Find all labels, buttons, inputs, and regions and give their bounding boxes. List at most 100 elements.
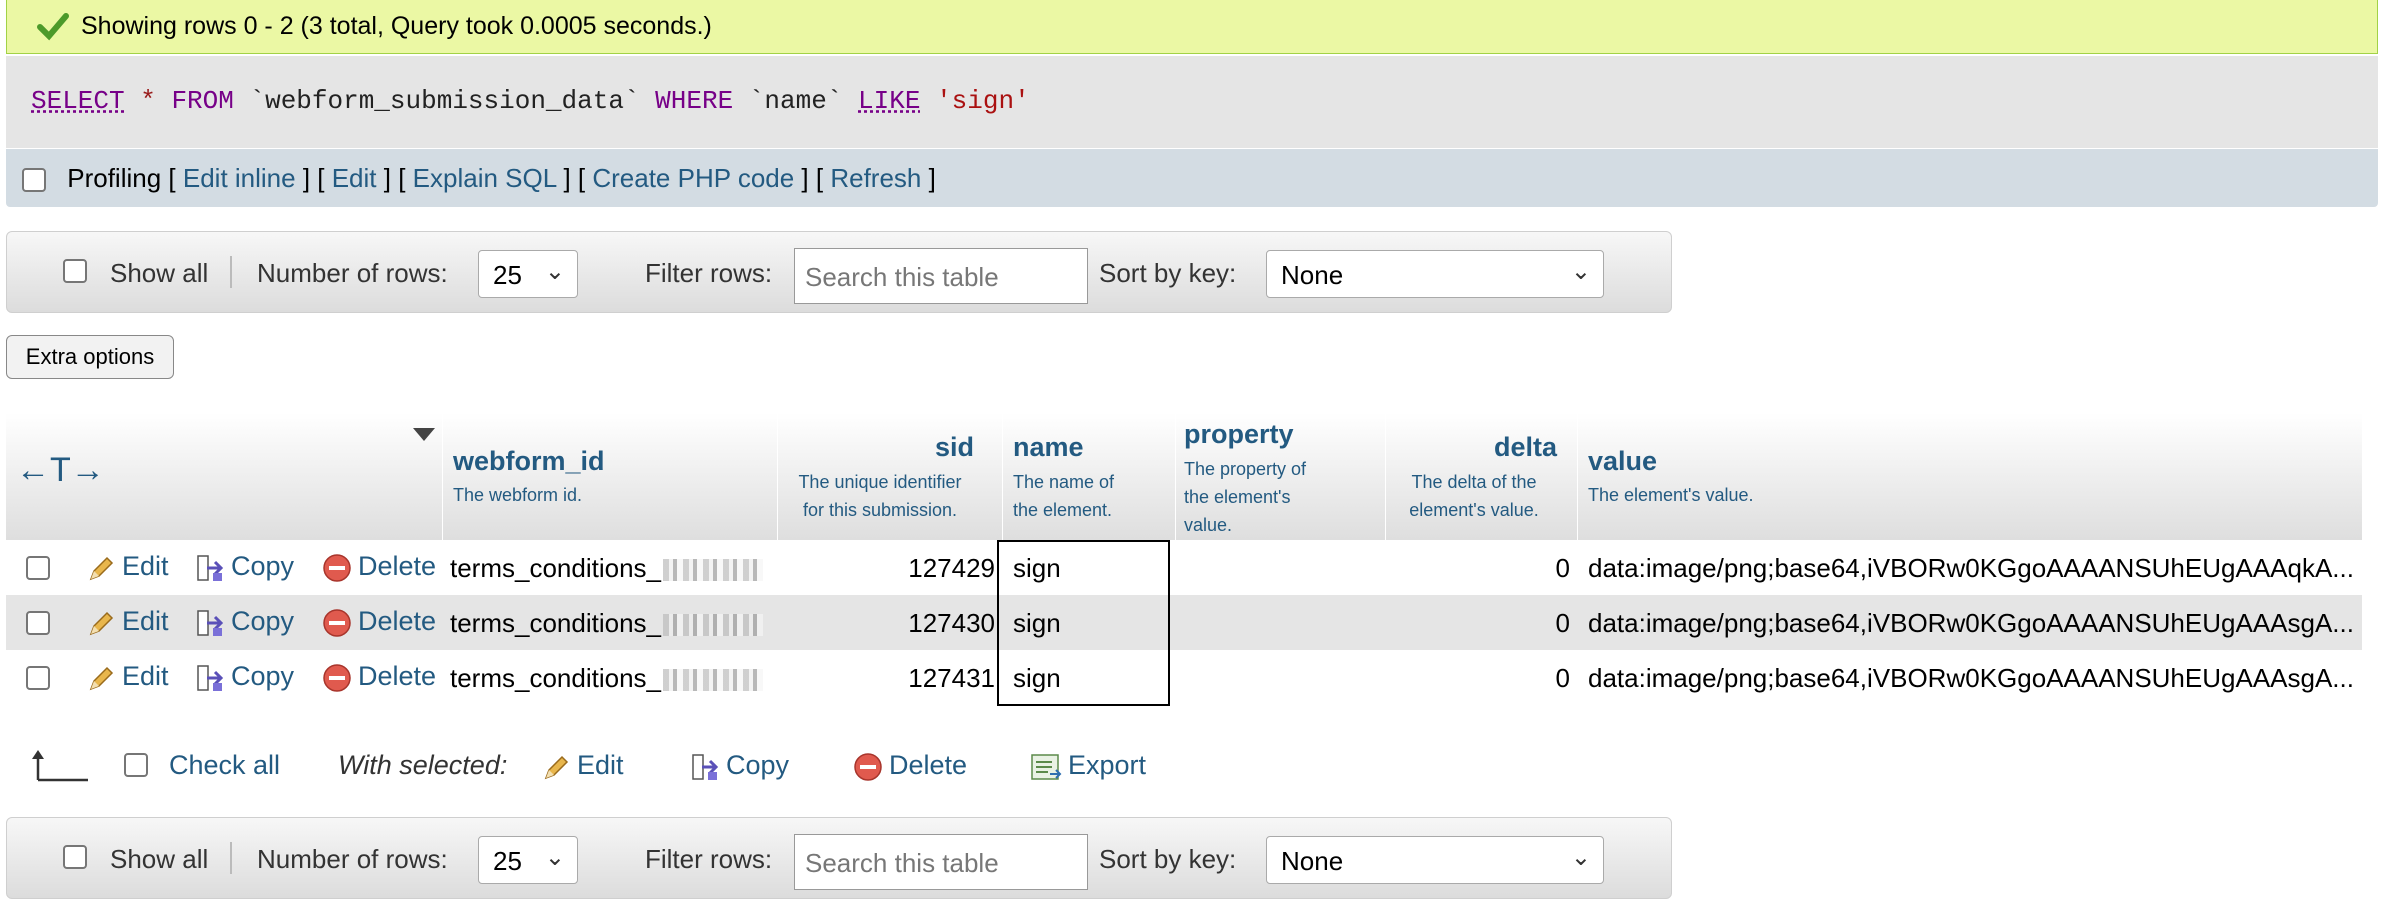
bulk-edit-button[interactable]: Edit: [543, 750, 624, 781]
row-delete-label[interactable]: Delete: [358, 551, 436, 581]
profiling-checkbox[interactable]: [22, 168, 46, 193]
sort-by-key-select[interactable]: None ⌄: [1266, 250, 1604, 298]
sql-table-name: `webform_submission_data`: [249, 86, 640, 116]
cell-delta[interactable]: 0: [1386, 663, 1570, 694]
cell-delta[interactable]: 0: [1386, 553, 1570, 584]
row-copy-label[interactable]: Copy: [231, 551, 294, 581]
cell-value[interactable]: data:image/png;base64,iVBORw0KGgoAAAANSU…: [1588, 553, 2354, 584]
export-icon: [1031, 754, 1062, 780]
show-all-checkbox[interactable]: [63, 845, 87, 869]
column-name[interactable]: webform_id: [453, 446, 605, 477]
cell-sid[interactable]: 127431: [778, 663, 995, 694]
sql-keyword[interactable]: SELECT: [31, 86, 125, 116]
cell-sid[interactable]: 127429: [778, 553, 995, 584]
column-comment: for this submission.: [802, 500, 958, 520]
column-name[interactable]: property: [1184, 419, 1294, 450]
pencil-icon: [89, 556, 114, 581]
column-header-property[interactable]: property The property of the element's v…: [1176, 413, 1386, 540]
bulk-export-button[interactable]: Export: [1030, 750, 1146, 782]
extra-options-button[interactable]: Extra options: [6, 335, 174, 379]
row-checkbox[interactable]: [26, 556, 50, 580]
sql-keyword[interactable]: LIKE: [858, 86, 920, 116]
sort-by-key-label: Sort by key:: [1099, 844, 1237, 874]
bulk-delete-button[interactable]: Delete: [853, 750, 967, 782]
row-copy-link[interactable]: Copy: [195, 551, 294, 583]
filter-rows-input[interactable]: Search this table: [794, 248, 1088, 304]
cell-sid[interactable]: 127430: [778, 608, 995, 639]
row-delete-label[interactable]: Delete: [358, 661, 436, 691]
row-edit-label[interactable]: Edit: [122, 606, 169, 636]
row-edit-label[interactable]: Edit: [122, 551, 169, 581]
row-checkbox[interactable]: [26, 666, 50, 690]
check-all-checkbox[interactable]: [124, 753, 148, 777]
cell-webform-id[interactable]: terms_conditions_: [450, 553, 763, 584]
column-header-name[interactable]: name The name of the element.: [1003, 413, 1176, 540]
row-copy-link[interactable]: Copy: [195, 606, 294, 638]
bulk-export-label[interactable]: Export: [1068, 750, 1146, 780]
sql-query-box[interactable]: SELECT * FROM `webform_submission_data` …: [6, 56, 2378, 148]
success-message: Showing rows 0 - 2 (3 total, Query took …: [6, 0, 2378, 54]
bulk-copy-button[interactable]: Copy: [690, 750, 789, 782]
bulk-delete-label[interactable]: Delete: [889, 750, 967, 780]
column-comment: element's value.: [1409, 500, 1539, 520]
edit-query-link[interactable]: Edit: [332, 163, 377, 193]
cell-webform-id[interactable]: terms_conditions_: [450, 608, 763, 639]
cell-name[interactable]: sign: [1013, 663, 1061, 694]
pencil-icon: [89, 611, 114, 636]
column-header-delta[interactable]: delta The delta of the element's value.: [1386, 413, 1578, 540]
show-all-label: Show all: [110, 844, 209, 874]
explain-sql-link[interactable]: Explain SQL: [413, 163, 557, 193]
sql-string: 'sign': [936, 86, 1030, 116]
refresh-link[interactable]: Refresh: [830, 163, 921, 193]
filter-rows-input[interactable]: Search this table: [794, 834, 1088, 890]
bulk-copy-label[interactable]: Copy: [726, 750, 789, 780]
row-copy-label[interactable]: Copy: [231, 606, 294, 636]
row-checkbox[interactable]: [26, 611, 50, 635]
row-delete-link[interactable]: Delete: [322, 661, 436, 693]
column-header-sid[interactable]: sid The unique identifier for this submi…: [778, 413, 1003, 540]
cell-delta[interactable]: 0: [1386, 608, 1570, 639]
column-comment: The name of: [1013, 472, 1115, 492]
column-name[interactable]: name: [1013, 432, 1084, 463]
bulk-edit-label[interactable]: Edit: [577, 750, 624, 780]
table-navigation-bottom: Show all Number of rows: 25 ⌄ Filter row…: [6, 817, 1672, 899]
cell-value[interactable]: data:image/png;base64,iVBORw0KGgoAAAANSU…: [1588, 608, 2354, 639]
number-of-rows-select[interactable]: 25 ⌄: [478, 250, 578, 298]
cell-name[interactable]: sign: [1013, 553, 1061, 584]
table-navigation-top: Show all Number of rows: 25 ⌄ Filter row…: [6, 231, 1672, 313]
show-all-checkbox[interactable]: [63, 259, 87, 283]
column-comment: value.: [1184, 515, 1233, 535]
sort-by-key-value: None: [1281, 846, 1344, 876]
filter-rows-placeholder: Search this table: [805, 848, 999, 878]
bulk-actions-bar: Check all With selected: Edit Copy Delet…: [6, 740, 1306, 790]
column-header-value[interactable]: value The element's value.: [1578, 413, 2362, 540]
row-copy-link[interactable]: Copy: [195, 661, 294, 693]
number-of-rows-select[interactable]: 25 ⌄: [478, 836, 578, 884]
row-edit-label[interactable]: Edit: [122, 661, 169, 691]
edit-inline-link[interactable]: Edit inline: [183, 163, 296, 193]
row-edit-link[interactable]: Edit: [88, 551, 169, 582]
row-edit-link[interactable]: Edit: [88, 661, 169, 692]
cell-value[interactable]: data:image/png;base64,iVBORw0KGgoAAAANSU…: [1588, 663, 2354, 694]
row-delete-link[interactable]: Delete: [322, 606, 436, 638]
sort-by-key-select[interactable]: None ⌄: [1266, 836, 1604, 884]
sort-triangle-icon[interactable]: [412, 427, 436, 443]
column-comment: the element's: [1184, 487, 1291, 507]
profiling-label: Profiling: [67, 163, 162, 193]
chevron-down-icon: ⌄: [544, 258, 565, 285]
row-edit-link[interactable]: Edit: [88, 606, 169, 637]
cell-webform-id[interactable]: terms_conditions_: [450, 663, 763, 694]
column-name[interactable]: delta: [1494, 432, 1557, 463]
create-php-code-link[interactable]: Create PHP code: [592, 163, 794, 193]
column-header-webform-id[interactable]: webform_id The webform id.: [443, 413, 778, 540]
result-summary: Showing rows 0 - 2 (3 total, Query took …: [81, 12, 712, 40]
row-delete-link[interactable]: Delete: [322, 551, 436, 583]
column-arrows-icon[interactable]: ←T→: [16, 451, 105, 490]
column-name[interactable]: value: [1588, 446, 1657, 477]
cell-name[interactable]: sign: [1013, 608, 1061, 639]
check-all-label[interactable]: Check all: [169, 750, 280, 781]
row-delete-label[interactable]: Delete: [358, 606, 436, 636]
row-copy-label[interactable]: Copy: [231, 661, 294, 691]
actions-header: ←T→: [6, 413, 443, 540]
column-name[interactable]: sid: [935, 432, 974, 463]
